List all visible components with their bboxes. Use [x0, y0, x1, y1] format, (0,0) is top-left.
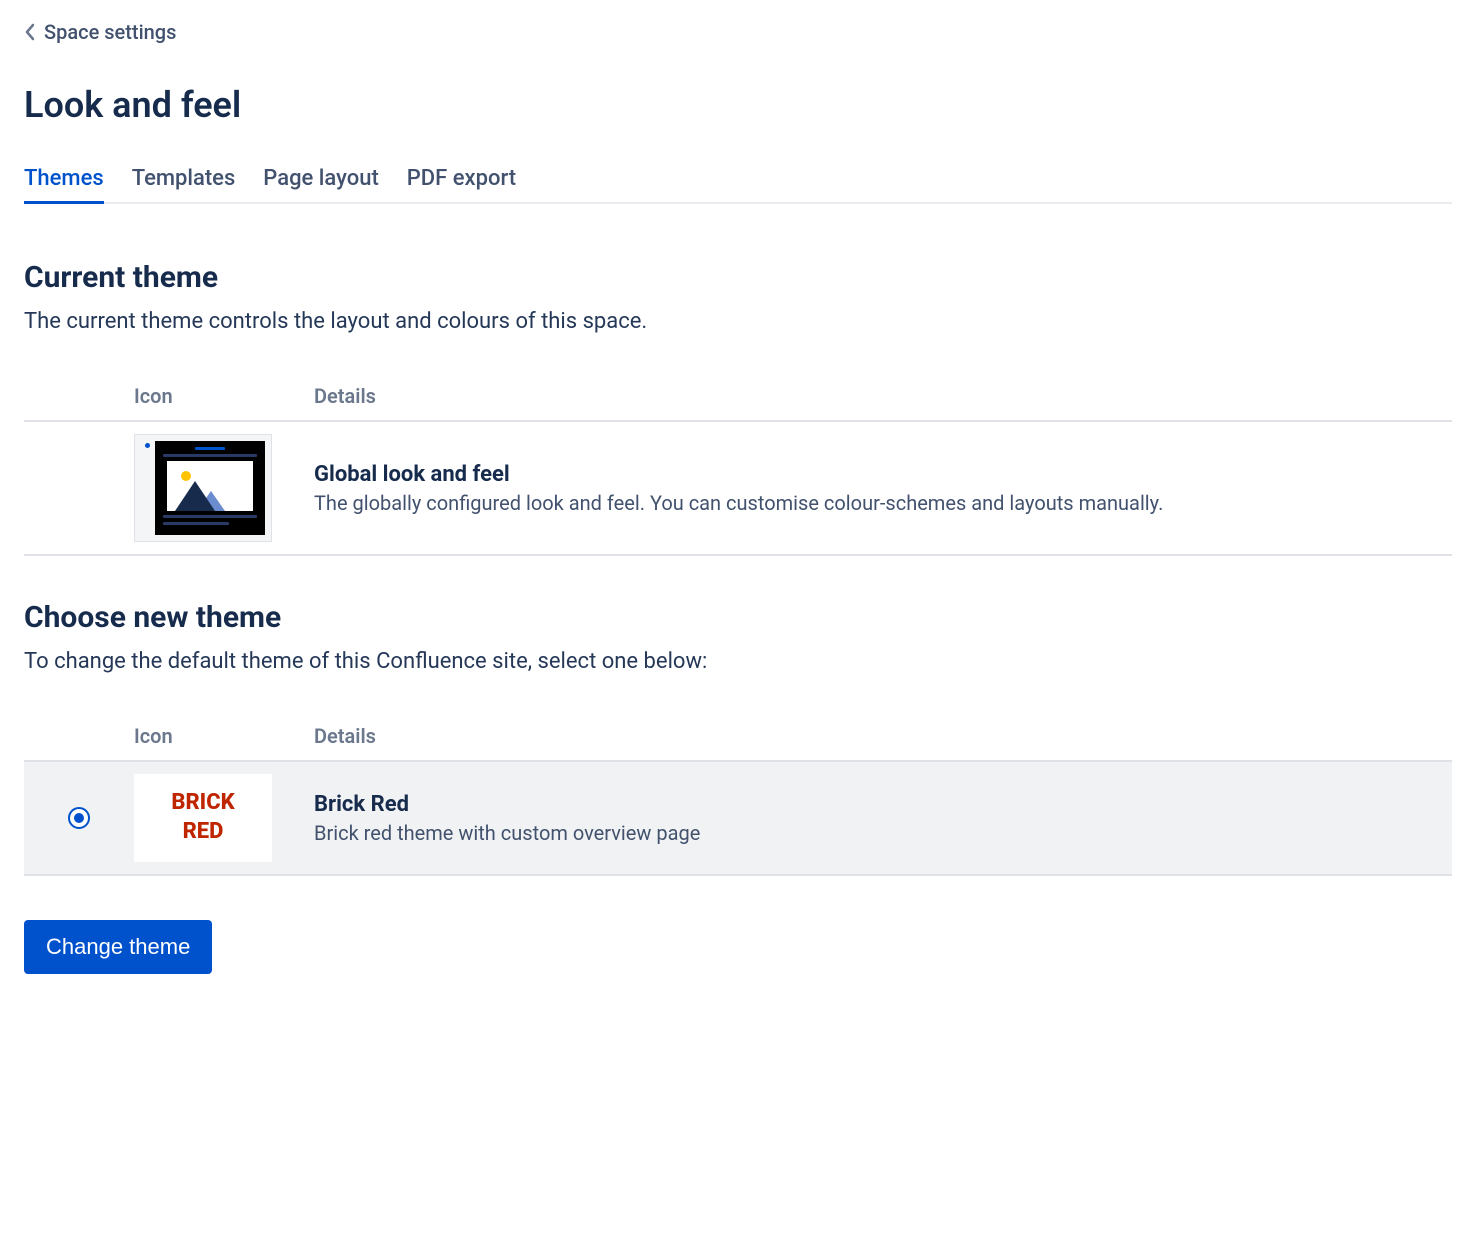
page-title: Look and feel	[24, 84, 1452, 126]
tabs: Themes Templates Page layout PDF export	[24, 166, 1452, 204]
current-theme-name: Global look and feel	[314, 462, 1452, 487]
col-icon-header: Icon	[134, 714, 314, 761]
choose-theme-description: To change the default theme of this Conf…	[24, 649, 1452, 674]
brick-red-icon-line2: RED	[183, 818, 224, 847]
brick-red-theme-desc: Brick red theme with custom overview pag…	[314, 821, 1452, 845]
col-details-header: Details	[314, 714, 1452, 761]
col-icon-header: Icon	[134, 374, 314, 421]
choose-theme-table: Icon Details BRICK RED Brick Red Bri	[24, 714, 1452, 876]
chevron-left-icon	[24, 23, 36, 41]
breadcrumb-back[interactable]: Space settings	[24, 20, 1452, 44]
global-theme-thumbnail-icon	[134, 434, 272, 542]
col-details-header: Details	[314, 374, 1452, 421]
current-theme-heading: Current theme	[24, 260, 1452, 295]
tab-templates[interactable]: Templates	[132, 166, 236, 204]
brick-red-theme-name: Brick Red	[314, 792, 1452, 817]
tab-themes[interactable]: Themes	[24, 166, 104, 204]
tab-page-layout[interactable]: Page layout	[263, 166, 378, 204]
theme-radio-brick-red[interactable]	[68, 807, 90, 829]
brick-red-icon-line1: BRICK	[171, 789, 234, 818]
current-theme-description: The current theme controls the layout an…	[24, 309, 1452, 334]
col-spacer	[24, 714, 134, 761]
table-row[interactable]: BRICK RED Brick Red Brick red theme with…	[24, 761, 1452, 875]
col-spacer	[24, 374, 134, 421]
tab-pdf-export[interactable]: PDF export	[407, 166, 516, 204]
table-row: Global look and feel The globally config…	[24, 421, 1452, 555]
breadcrumb-label: Space settings	[44, 20, 176, 44]
brick-red-thumbnail-icon: BRICK RED	[134, 774, 272, 862]
current-theme-desc: The globally configured look and feel. Y…	[314, 491, 1452, 515]
choose-theme-heading: Choose new theme	[24, 600, 1452, 635]
current-theme-table: Icon Details	[24, 374, 1452, 556]
change-theme-button[interactable]: Change theme	[24, 920, 212, 974]
